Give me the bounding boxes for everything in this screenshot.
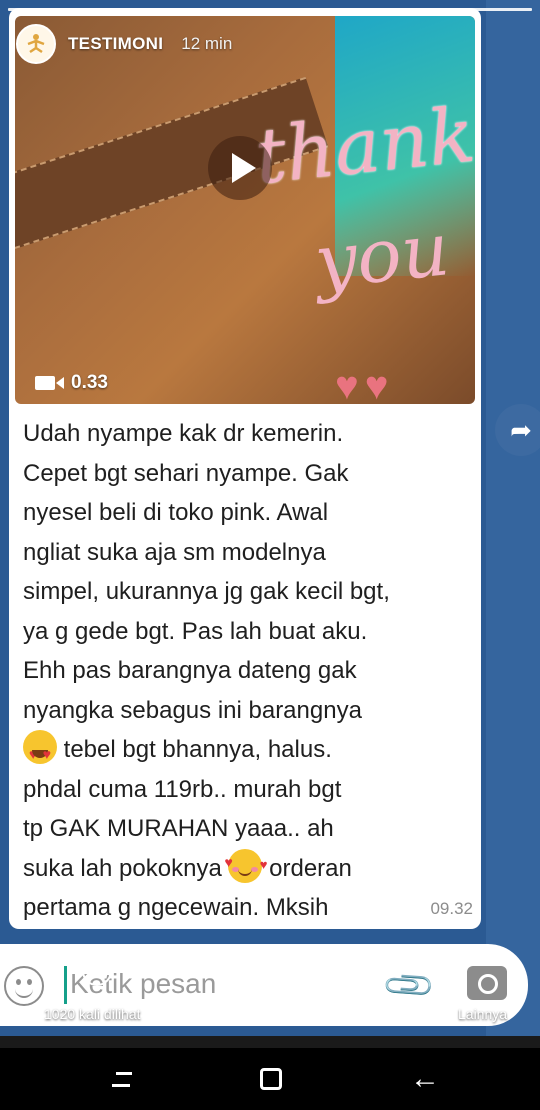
divider xyxy=(0,1036,540,1048)
recent-apps-icon[interactable] xyxy=(112,1068,134,1090)
video-duration: 0.33 xyxy=(35,372,108,394)
message-card[interactable]: thank you ♥♥ 0.33 Udah nyampe kak dr kem… xyxy=(9,8,481,929)
you-overlay-text: you xyxy=(310,206,454,306)
play-icon[interactable] xyxy=(208,136,272,200)
message-timestamp: 09.32 xyxy=(430,899,473,918)
avatar[interactable] xyxy=(16,24,56,64)
progress-segment xyxy=(8,8,532,11)
thank-overlay-text: thank xyxy=(250,89,475,202)
view-count[interactable]: 1020 kali dilihat xyxy=(44,1006,141,1022)
forward-icon[interactable]: ➦ xyxy=(495,404,540,456)
heart-eyes-emoji xyxy=(23,730,57,775)
duration-label: 0.33 xyxy=(71,372,108,393)
story-progress-bar xyxy=(8,8,532,11)
reply-bar: Ketik pesan 📎 1020 kali dilihat Lainnya xyxy=(0,944,540,1026)
hearts-decor: ♥♥ xyxy=(335,364,395,404)
background-panel xyxy=(486,0,540,1040)
system-nav-bar: ← xyxy=(0,1048,540,1110)
emoji-icon[interactable] xyxy=(4,966,44,1006)
text-caret xyxy=(64,966,67,1004)
eye-icon[interactable] xyxy=(82,956,112,986)
message-text: Udah nyampe kak dr kemerin. Cepet bgt se… xyxy=(23,414,473,929)
camera-icon[interactable] xyxy=(467,966,507,1000)
home-icon[interactable] xyxy=(260,1068,282,1090)
story-header[interactable]: TESTIMONI 12 min xyxy=(16,22,232,66)
back-icon[interactable]: ← xyxy=(410,1064,440,1094)
video-camera-icon xyxy=(35,376,64,390)
smiling-face-with-hearts-emoji xyxy=(224,843,267,885)
story-owner-name: TESTIMONI xyxy=(68,34,164,53)
message-part-1: Udah nyampe kak dr kemerin. Cepet bgt se… xyxy=(23,420,390,724)
yoga-logo-icon xyxy=(27,34,45,54)
story-time: 12 min xyxy=(181,34,233,53)
more-label[interactable]: Lainnya xyxy=(458,1006,507,1022)
video-thumbnail[interactable]: thank you ♥♥ 0.33 xyxy=(15,16,475,404)
